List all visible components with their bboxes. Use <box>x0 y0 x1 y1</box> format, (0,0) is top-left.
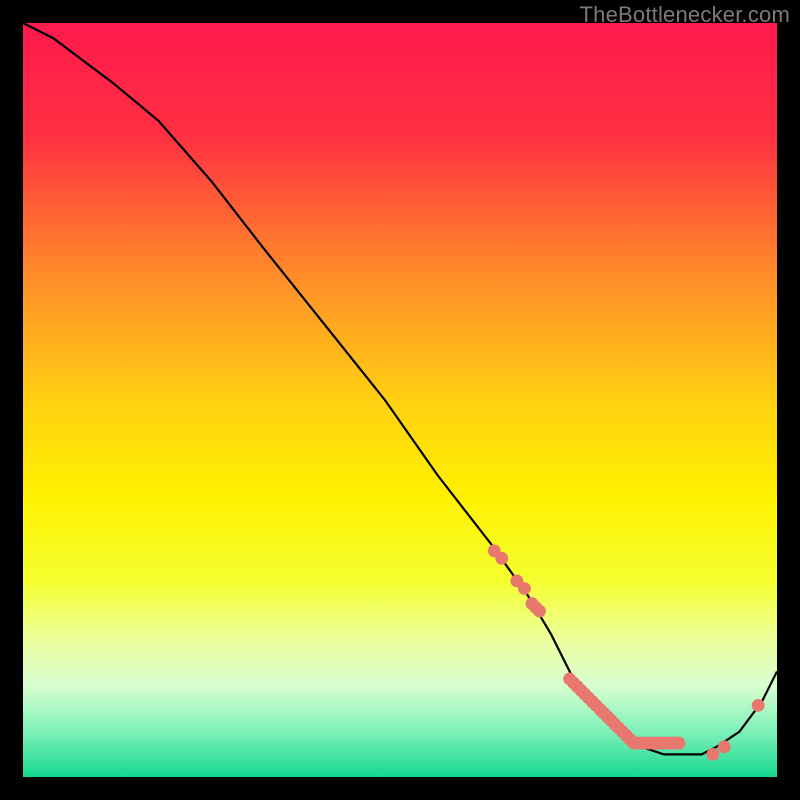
watermark-text: TheBottlenecker.com <box>580 2 790 28</box>
chart-container: TheBottlenecker.com <box>0 0 800 800</box>
plot-area <box>23 23 777 777</box>
background-gradient <box>23 23 777 777</box>
